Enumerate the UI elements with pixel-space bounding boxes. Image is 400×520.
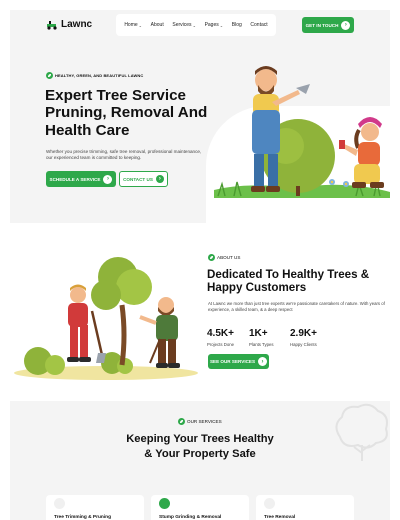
nav-item-label: Blog: [231, 22, 242, 28]
schedule-service-label: SCHEDULE A SERVICE: [49, 176, 101, 182]
arrow-right-icon: ›: [155, 175, 164, 183]
services-tag-text: OUR SERVICES: [187, 419, 222, 424]
stat-label: Plants Types: [249, 342, 274, 347]
nav-item-about[interactable]: About: [151, 22, 164, 28]
stat-plants: 1K+ Plants Types: [249, 328, 290, 347]
arrow-right-icon: ›: [103, 174, 113, 184]
about-tag: ABOUT US: [208, 254, 240, 261]
chevron-down-icon: ⌄: [138, 22, 143, 28]
service-cards: Tree Trimming & Pruning Stump Grinding &…: [46, 495, 354, 520]
services-section: OUR SERVICES Keeping Your Trees Healthy &…: [10, 401, 390, 520]
nav-item-label: Pages: [204, 22, 219, 28]
hero-tagline: HEALTHY, GREEN, AND BEAUTIFUL LAWNC: [46, 72, 143, 79]
nav-item-label: About: [150, 22, 164, 28]
contact-us-button[interactable]: CONTACT US ›: [119, 171, 168, 187]
hero-section: Lawnc Home ⌄ About Services ⌄ Pages ⌄ Blog Conta…: [10, 10, 390, 223]
stats-row: 4.5K+ Projects Done 1K+ Plants Types 2.9…: [207, 328, 387, 347]
service-card-title: Tree Removal: [264, 515, 296, 520]
service-card-title: Tree Trimming & Pruning: [54, 515, 112, 520]
see-services-label: SEE OUR SERVICES: [209, 359, 256, 364]
service-card[interactable]: Stump Grinding & Removal: [151, 495, 249, 520]
tree-trimming-icon: [54, 498, 65, 509]
nav-item-home[interactable]: Home ⌄: [124, 22, 142, 28]
leaf-icon: [178, 418, 185, 425]
nav-item-pages[interactable]: Pages ⌄: [205, 22, 224, 28]
services-title-line: Keeping Your Trees Healthy: [126, 433, 274, 445]
stat-label: Happy Clients: [290, 342, 317, 347]
leaf-icon: [208, 254, 215, 261]
contact-us-label: CONTACT US: [123, 176, 153, 182]
leaf-icon: [46, 72, 53, 79]
nav-item-label: Services: [172, 22, 192, 28]
about-description: At Lawnc we more than just tree experts …: [208, 301, 385, 313]
arrow-right-icon: ›: [341, 20, 351, 30]
service-card[interactable]: Tree Trimming & Pruning: [46, 495, 144, 520]
stat-value: 2.9K+: [290, 328, 317, 339]
see-services-button[interactable]: SEE OUR SERVICES ›: [208, 354, 269, 369]
tree-removal-icon: [264, 498, 275, 509]
service-card-title: Stump Grinding & Removal: [159, 515, 222, 520]
nav-menu: Home ⌄ About Services ⌄ Pages ⌄ Blog Contact: [116, 14, 276, 36]
hero-title: Expert Tree Service Pruning, Removal And…: [45, 87, 208, 139]
about-title: Dedicated To Healthy Trees & Happy Custo…: [207, 268, 370, 295]
lawn-mower-icon: [47, 20, 57, 30]
stump-grinding-icon: [159, 498, 170, 509]
nav-item-label: Home: [124, 22, 138, 28]
services-tag: OUR SERVICES: [178, 418, 222, 425]
nav-item-services[interactable]: Services ⌄: [172, 22, 196, 28]
services-title: Keeping Your Trees Healthy & Your Propert…: [10, 432, 390, 461]
navbar: Lawnc Home ⌄ About Services ⌄ Pages ⌄ Blog Conta…: [10, 10, 390, 40]
arrow-right-icon: ›: [258, 357, 268, 366]
stat-value: 1K+: [249, 328, 268, 339]
chevron-down-icon: ⌄: [219, 22, 224, 28]
about-tag-text: ABOUT US: [217, 255, 241, 260]
chevron-down-icon: ⌄: [192, 22, 196, 28]
services-title-line: & Your Property Safe: [144, 447, 256, 460]
logo-text: Lawnc: [61, 19, 93, 30]
hero-description: Whether you precise trimming, safe tree …: [46, 149, 202, 161]
stat-value: 4.5K+: [207, 328, 234, 339]
nav-item-blog[interactable]: Blog: [232, 22, 242, 28]
hero-tagline-text: HEALTHY, GREEN, AND BEAUTIFUL LAWNC: [55, 73, 144, 78]
get-in-touch-button[interactable]: GET IN TOUCH ›: [302, 17, 354, 33]
page: Lawnc Home ⌄ About Services ⌄ Pages ⌄ Blog Conta…: [10, 10, 390, 520]
stat-label: Projects Done: [207, 342, 234, 347]
about-gardeners-illustration: [14, 257, 198, 380]
logo[interactable]: Lawnc: [46, 19, 92, 30]
stat-projects: 4.5K+ Projects Done: [207, 328, 249, 347]
service-card[interactable]: Tree Removal: [256, 495, 354, 520]
get-in-touch-label: GET IN TOUCH: [305, 22, 339, 28]
hero-gardeners-illustration: [214, 66, 390, 198]
nav-item-contact[interactable]: Contact: [250, 22, 267, 28]
stat-clients: 2.9K+ Happy Clients: [290, 328, 350, 347]
schedule-service-button[interactable]: SCHEDULE A SERVICE ›: [46, 171, 116, 187]
nav-item-label: Contact: [250, 22, 268, 28]
